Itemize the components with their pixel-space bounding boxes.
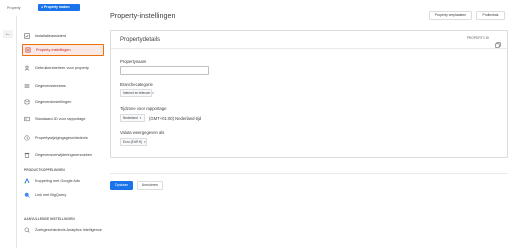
property-label: Property bbox=[7, 6, 21, 10]
sidebar-item-label: Standaard-ID voor rapportage bbox=[35, 116, 86, 121]
card-divider bbox=[111, 48, 507, 49]
sidebar-item-label: Link met BigQuery bbox=[35, 192, 67, 197]
sidebar-item-user-management[interactable]: Gebruikersbeheer voor property bbox=[22, 62, 104, 74]
footer-divider bbox=[110, 173, 508, 174]
timezone-country-value: Nederland bbox=[123, 116, 138, 120]
sidebar-item-data-streams[interactable]: Gegevensstreams bbox=[22, 80, 104, 92]
page-title: Property-instellingen bbox=[110, 11, 176, 20]
property-name-label: Propertynaam bbox=[120, 59, 147, 64]
copy-icon[interactable] bbox=[495, 35, 501, 48]
create-property-button[interactable]: ● Property maken bbox=[38, 4, 80, 11]
streams-icon bbox=[24, 83, 30, 89]
history-icon bbox=[24, 135, 30, 141]
sidebar: Installatieassistent Property-instelling… bbox=[17, 16, 107, 248]
industry-dropdown[interactable]: Internet en telecom ▾ bbox=[120, 89, 154, 97]
chevron-down-icon: ▾ bbox=[139, 116, 142, 120]
timezone-dropdown[interactable]: (GMT+01:00) Nederland-tijd bbox=[149, 116, 201, 121]
delete-data-icon bbox=[24, 152, 30, 158]
users-icon bbox=[24, 65, 30, 71]
cancel-button[interactable]: Annuleren bbox=[137, 181, 163, 190]
sidebar-item-reporting-identity[interactable]: Standaard-ID voor rapportage bbox=[22, 113, 104, 125]
sidebar-item-label: Zoekgeschiedenis Analytics Intelligence bbox=[35, 227, 102, 232]
checklist-icon bbox=[24, 33, 30, 39]
industry-value: Internet en telecom bbox=[123, 91, 151, 95]
sidebar-item-label: Gegevensstreams bbox=[35, 83, 66, 88]
sidebar-item-label: Gegevensverwijderingsverzoeken bbox=[35, 152, 92, 157]
settings-icon bbox=[25, 47, 31, 53]
chevron-down-icon: ▾ bbox=[152, 91, 154, 95]
timezone-country-dropdown[interactable]: Nederland ▾ bbox=[120, 114, 145, 122]
database-icon bbox=[24, 99, 30, 105]
sidebar-item-property-settings[interactable]: Property-instellingen bbox=[22, 44, 104, 56]
sidebar-item-label: Koppeling met Google Ads bbox=[35, 178, 80, 183]
section-product-links: PRODUCTKOPPELINGEN bbox=[24, 168, 65, 172]
move-property-button[interactable]: Property verplaatsen bbox=[429, 11, 472, 20]
sidebar-item-data-settings[interactable]: Gegevensinstellingen bbox=[22, 96, 104, 108]
sidebar-item-label: Gebruikersbeheer voor property bbox=[35, 65, 89, 70]
card-title: Propertydetails bbox=[120, 37, 161, 43]
sidebar-item-search-history[interactable]: Zoekgeschiedenis Analytics Intelligence bbox=[22, 224, 104, 236]
save-button[interactable]: Opslaan bbox=[110, 181, 133, 190]
id-icon bbox=[24, 116, 30, 122]
main-content: Property-instellingen Property verplaats… bbox=[107, 0, 512, 248]
search-history-icon bbox=[24, 227, 30, 233]
chevron-down-icon: ▾ bbox=[144, 140, 146, 144]
sidebar-item-data-deletion[interactable]: Gegevensverwijderingsverzoeken bbox=[22, 149, 104, 161]
currency-dropdown[interactable]: Euro (EUR €) ▾ bbox=[120, 138, 147, 146]
timezone-label: Tijdzone voor rapportage bbox=[120, 106, 167, 111]
sidebar-item-bigquery[interactable]: Link met BigQuery bbox=[22, 189, 104, 201]
industry-label: Branchecategorie bbox=[120, 82, 153, 87]
currency-label: Valuta weergegeven als bbox=[120, 130, 165, 135]
trash-button[interactable]: Prullenbak bbox=[476, 11, 505, 20]
google-ads-icon bbox=[24, 178, 30, 184]
sidebar-item-label: Propertywijzigingsgeschiedenis bbox=[35, 135, 88, 140]
sidebar-item-google-ads[interactable]: Koppeling met Google Ads bbox=[22, 175, 104, 187]
property-id-label: PROPERTY-ID bbox=[466, 36, 489, 40]
left-strip: ← bbox=[0, 16, 17, 248]
bigquery-icon bbox=[24, 192, 30, 198]
back-icon[interactable]: ← bbox=[3, 30, 13, 38]
sidebar-item-change-history[interactable]: Propertywijzigingsgeschiedenis bbox=[22, 132, 104, 144]
section-additional-settings: AANVULLENDE INSTELLINGEN bbox=[24, 217, 75, 221]
sidebar-item-label: Property-instellingen bbox=[36, 47, 71, 52]
sidebar-item-label: Installatieassistent bbox=[35, 33, 67, 38]
sidebar-item-label: Gegevensinstellingen bbox=[35, 99, 72, 104]
property-name-input[interactable] bbox=[120, 66, 209, 75]
property-details-card: Propertydetails PROPERTY-ID Propertynaam… bbox=[110, 30, 508, 158]
sidebar-item-setup-assistant[interactable]: Installatieassistent bbox=[22, 30, 104, 42]
currency-value: Euro (EUR €) bbox=[123, 140, 143, 144]
